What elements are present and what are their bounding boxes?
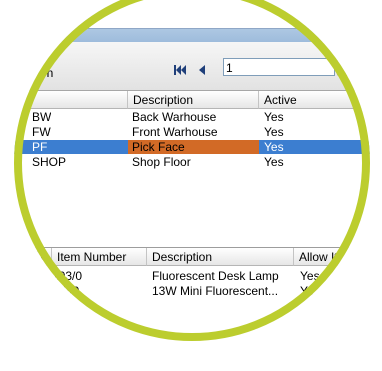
go-button[interactable]: Go: [337, 58, 363, 76]
column-header-description[interactable]: Description: [128, 91, 259, 109]
location-code: FW: [32, 125, 51, 139]
column-header-allow[interactable]: Allow It: [294, 248, 370, 266]
location-active: Yes: [264, 155, 284, 169]
column-header-item-number[interactable]: Item Number: [52, 248, 147, 266]
item-description: 13W Mini Fluorescent...: [152, 284, 279, 298]
column-header-item-description[interactable]: Description: [147, 248, 294, 266]
location-active: Yes: [264, 125, 284, 139]
table-row[interactable]: 05/0 13W Mini Fluorescent... Ye: [14, 284, 370, 298]
table-row[interactable]: FW Front Warhouse Yes: [14, 125, 370, 139]
location-description: Shop Floor: [132, 155, 191, 169]
table-row-selected[interactable]: PF Pick Face Yes: [14, 140, 370, 154]
location-description: Pick Face: [128, 140, 259, 154]
app-window: on 1 Go on Description Active BW Back Wa…: [14, 0, 370, 341]
location-code: SHOP: [32, 155, 67, 169]
item-number: 05/0: [56, 284, 80, 298]
page-number-input[interactable]: 1: [223, 58, 335, 76]
item-number: 103/0: [52, 269, 83, 283]
item-description: Fluorescent Desk Lamp: [152, 269, 279, 283]
dialog-frame: [88, 0, 370, 29]
column-header-search[interactable]: [14, 248, 52, 266]
search-icon[interactable]: [34, 250, 46, 262]
location-description: Back Warhouse: [132, 110, 217, 124]
table-row[interactable]: SHOP Shop Floor Yes: [14, 155, 370, 169]
window-title-band: [14, 0, 370, 42]
location-description: Front Warhouse: [132, 125, 218, 139]
magnifier-lens: on 1 Go on Description Active BW Back Wa…: [14, 0, 370, 341]
table-row[interactable]: BW Back Warhouse Yes: [14, 110, 370, 124]
location-code: BW: [32, 110, 52, 124]
column-header-active[interactable]: Active: [259, 91, 370, 109]
item-allow: Ye: [300, 284, 314, 298]
location-code: PF: [32, 140, 48, 154]
previous-page-icon[interactable]: [197, 64, 207, 76]
item-allow: Yes: [300, 269, 320, 283]
location-active: Yes: [264, 110, 284, 124]
location-active: Yes: [264, 140, 284, 154]
toolbar-label: on: [40, 66, 54, 80]
window-control-icon[interactable]: [351, 3, 370, 23]
column-header-location[interactable]: on: [14, 91, 128, 109]
table-row[interactable]: 103/0 Fluorescent Desk Lamp Yes: [14, 269, 370, 283]
first-page-icon[interactable]: [174, 64, 186, 76]
